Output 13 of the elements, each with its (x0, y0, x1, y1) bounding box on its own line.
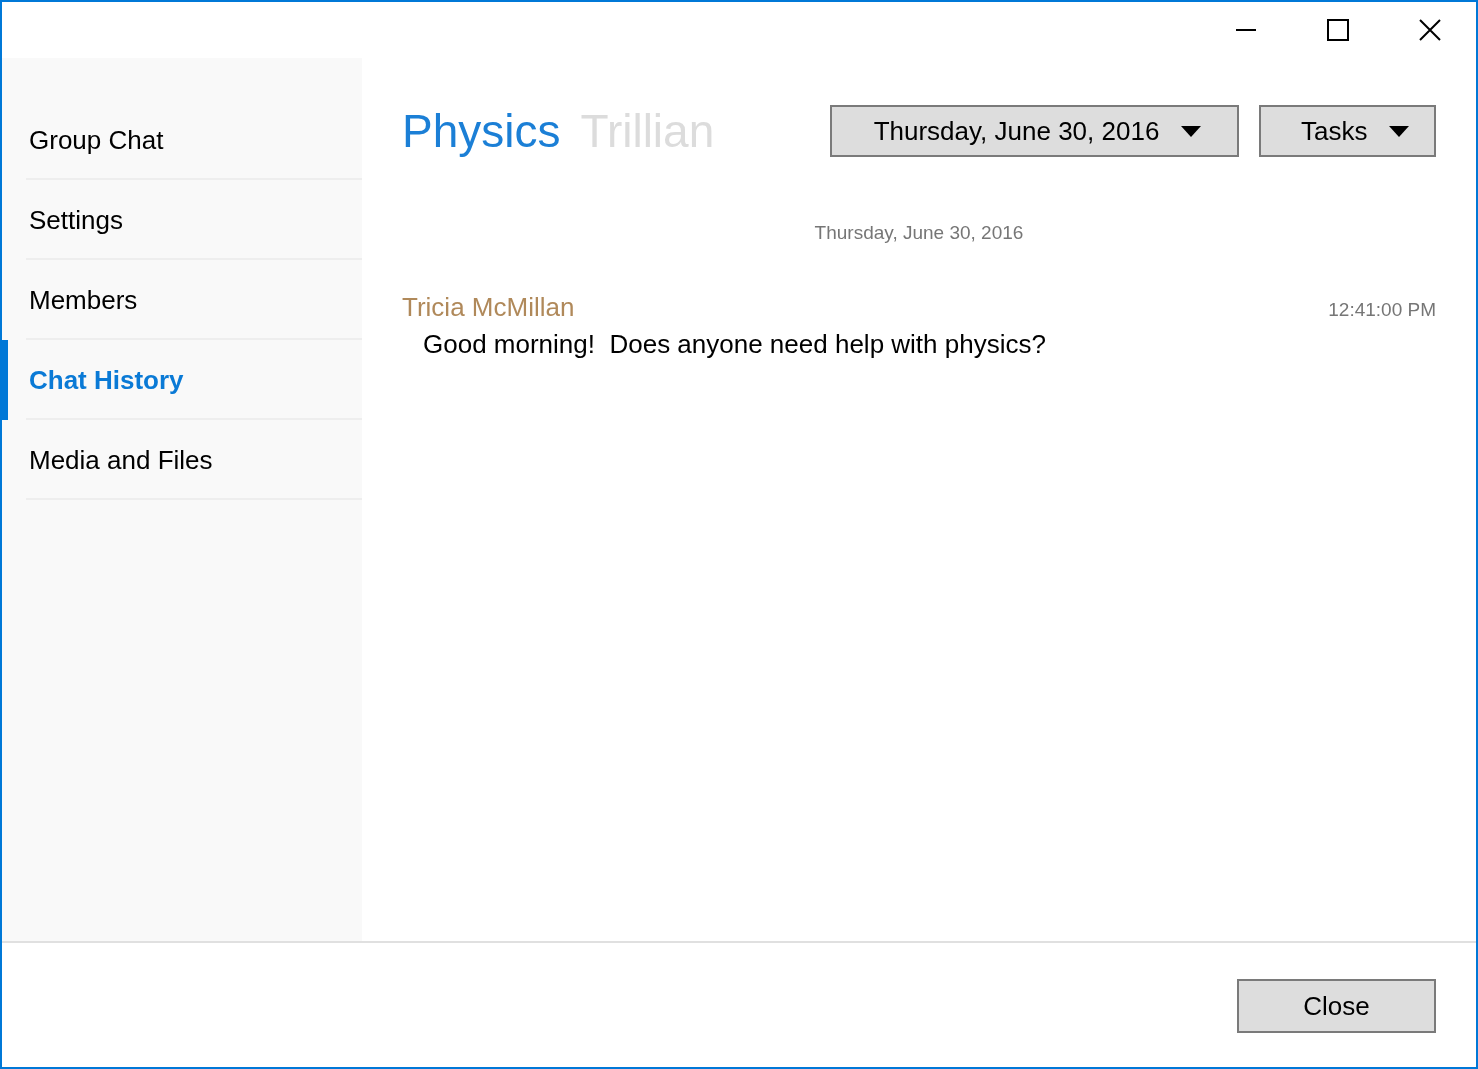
chat-title: Physics (402, 104, 561, 158)
maximize-icon[interactable] (1327, 19, 1349, 41)
caret-icon (1181, 125, 1202, 137)
sidebar-item[interactable]: Chat History (2, 340, 362, 420)
dropdown[interactable]: Thursday, June 30, 2016 (830, 105, 1239, 157)
caret-icon (1389, 125, 1410, 137)
dropdown[interactable]: Tasks (1259, 105, 1436, 157)
sender-name: Tricia McMillan (402, 292, 575, 323)
message-text: Good morning! Does anyone need help with physics? (423, 329, 1047, 360)
close-button[interactable]: Close (1237, 979, 1436, 1033)
date-separator: Thursday, June 30, 2016 (814, 222, 1024, 244)
message-time: 12:41:00 PM (1328, 299, 1436, 321)
close-icon[interactable] (1419, 19, 1441, 41)
